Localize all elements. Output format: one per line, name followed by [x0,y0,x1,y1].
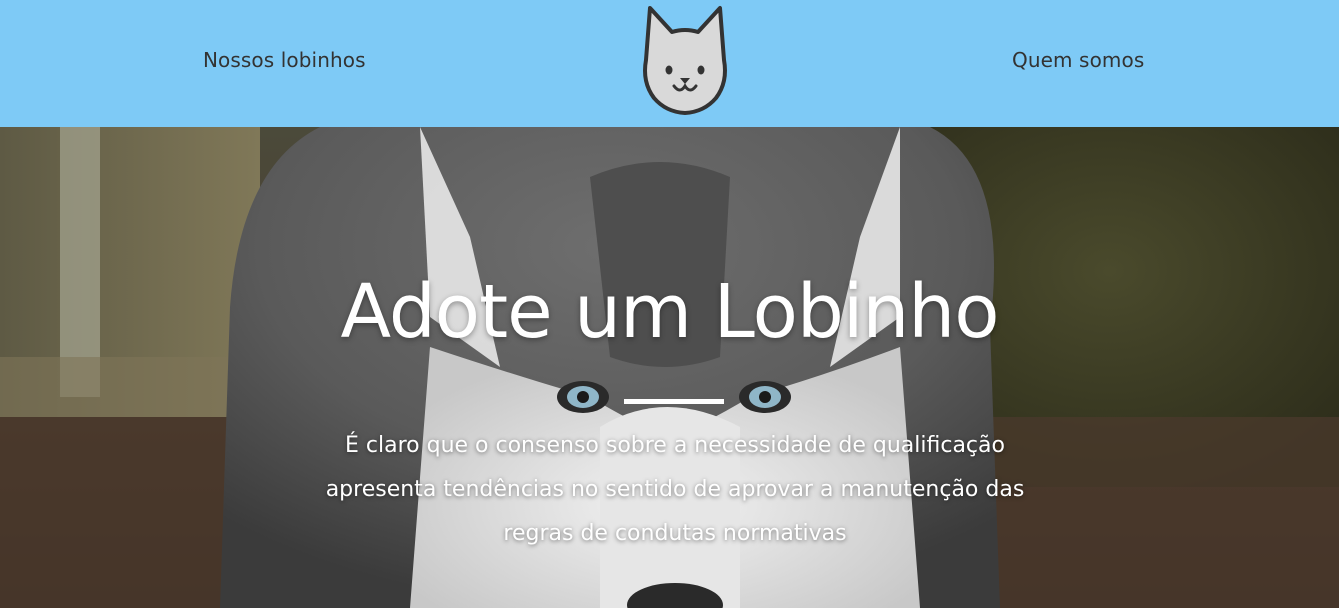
nav-link-quem-somos[interactable]: Quem somos [1012,48,1144,72]
hero-title: Adote um Lobinho [340,269,1000,355]
nav-link-nossos-lobinhos[interactable]: Nossos lobinhos [203,48,366,72]
hero-section: Adote um Lobinho É claro que o consenso … [0,127,1339,608]
hero-divider [624,399,724,404]
hero-description: É claro que o consenso sobre a necessida… [325,433,1025,546]
navbar: Nossos lobinhos Quem somos [0,0,1339,127]
wolf-face-icon[interactable] [636,2,734,118]
